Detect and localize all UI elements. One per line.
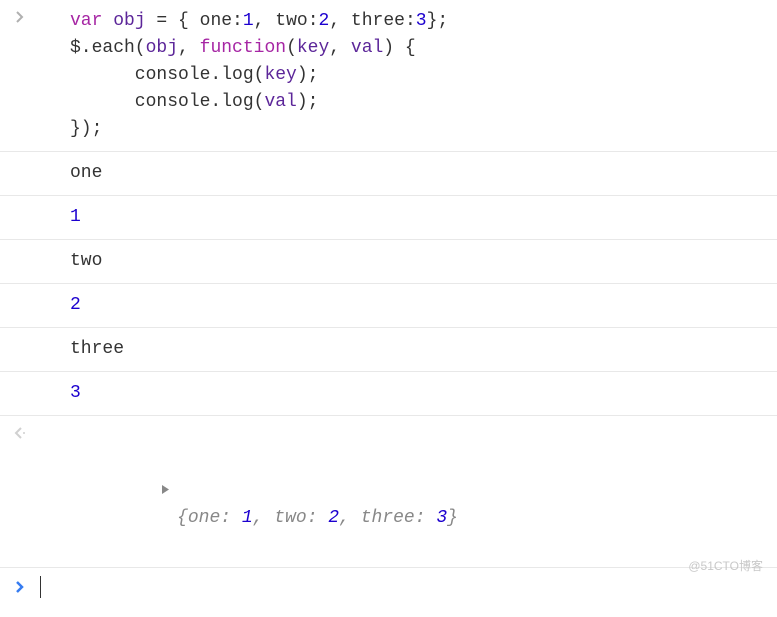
- output-text: one: [40, 156, 777, 191]
- expand-triangle-icon[interactable]: [95, 451, 171, 532]
- console-output-row: 1: [0, 196, 777, 240]
- console-input-area[interactable]: [40, 576, 777, 598]
- output-number: 1: [40, 200, 777, 235]
- output-text: three: [40, 332, 777, 367]
- console-output-row: 2: [0, 284, 777, 328]
- console-output-row: two: [0, 240, 777, 284]
- console-input-prompt-row[interactable]: [0, 568, 777, 606]
- output-gutter: [0, 200, 40, 206]
- output-gutter: [0, 156, 40, 162]
- output-text: two: [40, 244, 777, 279]
- console-input-row: var obj = { one:1, two:2, three:3}; $.ea…: [0, 0, 777, 152]
- output-gutter: [0, 244, 40, 250]
- output-number: 2: [40, 288, 777, 323]
- result-object[interactable]: {one: 1, two: 2, three: 3}: [40, 420, 777, 563]
- console-output-row: one: [0, 152, 777, 196]
- text-cursor: [40, 576, 41, 598]
- output-gutter: [0, 332, 40, 338]
- console-output-row: 3: [0, 372, 777, 416]
- console-result-row: {one: 1, two: 2, three: 3}: [0, 416, 777, 568]
- code-block: var obj = { one:1, two:2, three:3}; $.ea…: [40, 4, 777, 147]
- output-number: 3: [40, 376, 777, 411]
- keyword-var: var: [70, 11, 102, 31]
- console-output-row: three: [0, 328, 777, 372]
- watermark-text: @51CTO博客: [688, 557, 763, 575]
- input-prompt-icon: [0, 4, 40, 24]
- prompt-chevron-icon: [0, 580, 40, 594]
- keyword-function: function: [200, 38, 286, 58]
- identifier-obj: obj: [113, 11, 145, 31]
- output-gutter: [0, 288, 40, 294]
- result-prompt-icon: [0, 420, 40, 440]
- output-gutter: [0, 376, 40, 382]
